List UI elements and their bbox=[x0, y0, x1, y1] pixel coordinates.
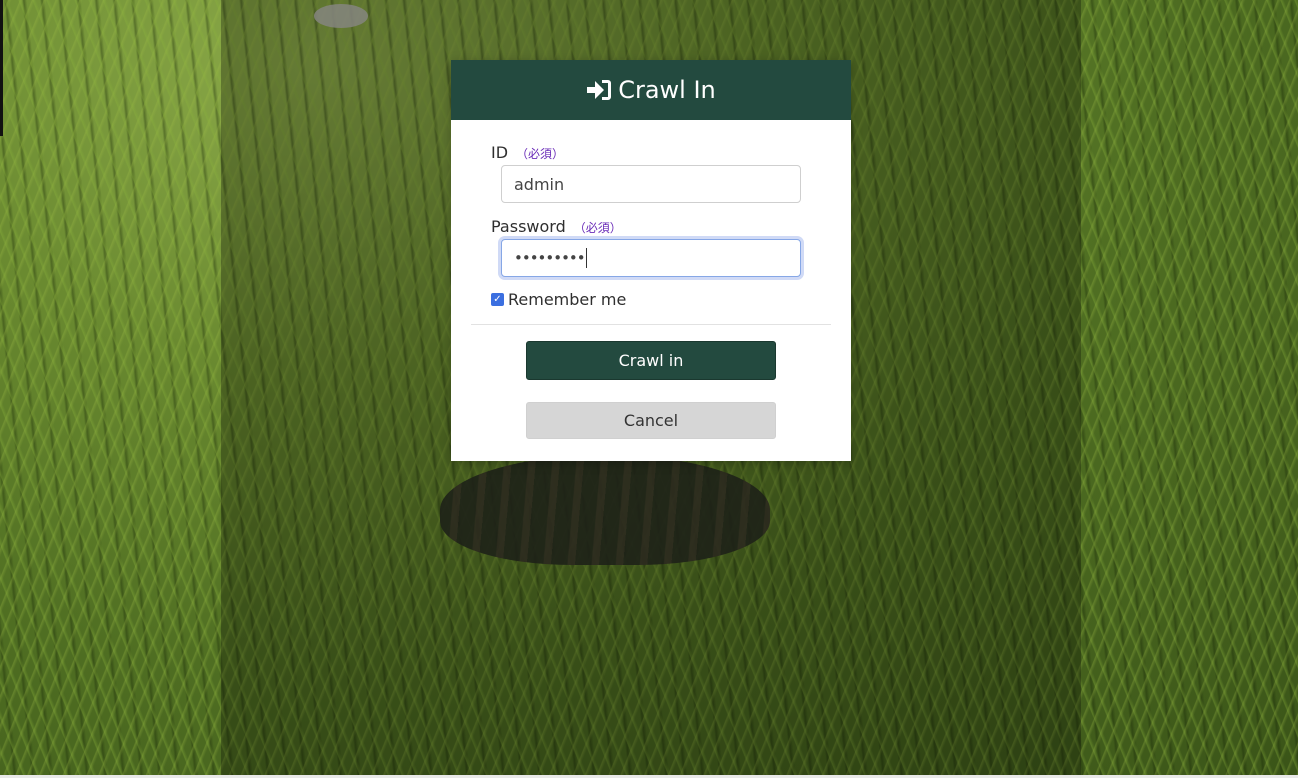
id-input[interactable] bbox=[501, 165, 801, 203]
password-label-row: Password （必須） bbox=[491, 216, 811, 238]
remember-me-label[interactable]: Remember me bbox=[508, 290, 626, 309]
crawl-in-button[interactable]: Crawl in bbox=[526, 341, 776, 380]
password-required-badge: （必須） bbox=[573, 221, 622, 235]
text-caret bbox=[585, 248, 587, 268]
dialog-title: Crawl In bbox=[618, 76, 716, 104]
password-label: Password bbox=[491, 217, 566, 236]
id-label: ID bbox=[491, 143, 509, 162]
remember-me-checkbox[interactable]: ✓ bbox=[491, 292, 504, 306]
form-divider bbox=[471, 324, 831, 325]
id-label-row: ID （必須） bbox=[491, 142, 811, 164]
dialog-header: Crawl In bbox=[451, 60, 851, 120]
id-required-badge: （必須） bbox=[516, 147, 565, 161]
password-masked-value: ••••••••• bbox=[514, 249, 586, 267]
password-input[interactable]: ••••••••• bbox=[501, 239, 801, 277]
sign-in-icon bbox=[586, 79, 612, 101]
login-form: ID （必須） Password （必須） ••••••••• ✓ Remember… bbox=[451, 120, 851, 310]
remember-me-row[interactable]: ✓ Remember me bbox=[491, 288, 811, 310]
login-dialog: Crawl In ID （必須） Password （必須） ••••••••• ✓… bbox=[451, 60, 851, 461]
cancel-button[interactable]: Cancel bbox=[526, 402, 776, 439]
window-edge bbox=[0, 0, 3, 136]
